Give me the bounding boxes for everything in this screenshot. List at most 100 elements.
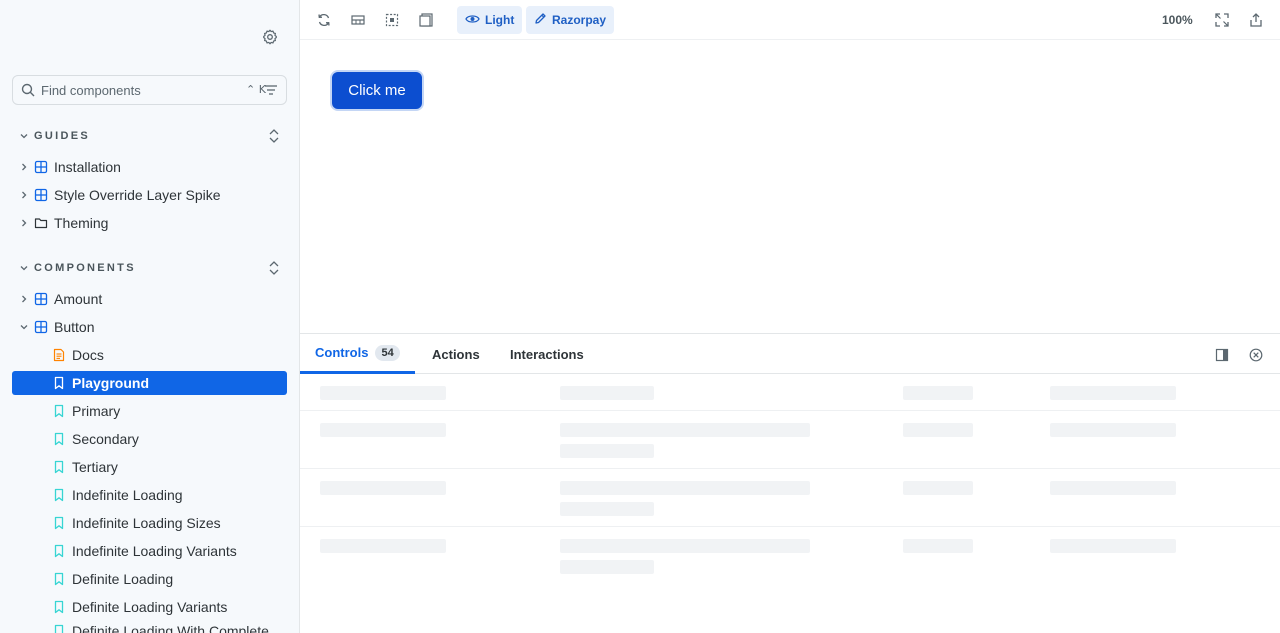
sidebar-item-label: Installation bbox=[54, 159, 121, 175]
skeleton-bar bbox=[560, 502, 654, 516]
panel-tabs: Controls 54 Actions Interactions bbox=[300, 334, 1280, 374]
story-icon bbox=[52, 572, 66, 586]
close-panel-icon[interactable] bbox=[1248, 347, 1264, 363]
controls-skeleton-row bbox=[300, 527, 1280, 585]
sidebar-item-indefinite-loading-variants[interactable]: Indefinite Loading Variants bbox=[12, 539, 287, 563]
theme-toggle-button[interactable]: Light bbox=[457, 6, 523, 34]
sidebar-item-theming[interactable]: Theming bbox=[12, 211, 287, 235]
search-shortcut: ⌃ K bbox=[246, 83, 266, 96]
filter-icon[interactable] bbox=[264, 83, 278, 100]
sidebar: ⌃ K GUIDES Installation Style Override L… bbox=[0, 0, 300, 633]
story-icon bbox=[52, 600, 66, 614]
component-icon bbox=[34, 320, 48, 334]
sidebar-item-label: Playground bbox=[72, 375, 150, 391]
outline-icon[interactable] bbox=[383, 11, 401, 29]
sidebar-item-label: Indefinite Loading bbox=[72, 487, 183, 503]
sidebar-item-label: Primary bbox=[72, 403, 121, 419]
skeleton-bar bbox=[560, 481, 810, 495]
brand-selector-button[interactable]: Razorpay bbox=[526, 6, 615, 34]
section-components[interactable]: COMPONENTS bbox=[12, 256, 287, 280]
skeleton-bar bbox=[560, 560, 654, 574]
theme-label: Light bbox=[485, 13, 515, 27]
controls-skeleton-row bbox=[300, 374, 1280, 411]
skeleton-bar bbox=[903, 423, 973, 437]
controls-count-badge: 54 bbox=[375, 344, 400, 361]
chevron-right-icon bbox=[18, 189, 30, 201]
sidebar-item-playground[interactable]: Playground bbox=[12, 371, 287, 395]
measure-icon[interactable] bbox=[417, 11, 435, 29]
sidebar-item-indefinite-loading-sizes[interactable]: Indefinite Loading Sizes bbox=[12, 511, 287, 535]
sidebar-item-label: Tertiary bbox=[72, 459, 118, 475]
skeleton-bar bbox=[320, 481, 446, 495]
zoom-level[interactable]: 100% bbox=[1162, 13, 1193, 27]
skeleton-bar bbox=[320, 423, 446, 437]
sidebar-item-tertiary[interactable]: Tertiary bbox=[12, 455, 287, 479]
document-icon bbox=[52, 348, 66, 362]
tab-interactions[interactable]: Interactions bbox=[510, 334, 584, 374]
search-icon bbox=[21, 83, 35, 100]
brand-label: Razorpay bbox=[552, 13, 607, 27]
chevron-right-icon bbox=[18, 217, 30, 229]
chevron-down-icon bbox=[18, 321, 30, 333]
story-icon bbox=[52, 544, 66, 558]
chevron-down-icon bbox=[14, 131, 34, 141]
component-icon bbox=[34, 160, 48, 174]
tab-label: Interactions bbox=[510, 346, 584, 362]
story-icon bbox=[52, 460, 66, 474]
story-icon bbox=[52, 404, 66, 418]
skeleton-bar bbox=[320, 539, 446, 553]
story-icon bbox=[52, 488, 66, 502]
expand-collapse-icon[interactable] bbox=[267, 259, 281, 280]
panel-orientation-icon[interactable] bbox=[1214, 347, 1230, 363]
section-components-label: COMPONENTS bbox=[34, 262, 136, 274]
skeleton-bar bbox=[560, 539, 810, 553]
sidebar-item-label: Definite Loading With Complete bbox=[72, 623, 269, 633]
preview-canvas: Click me bbox=[300, 40, 1280, 333]
story-icon bbox=[52, 516, 66, 530]
tab-actions[interactable]: Actions bbox=[432, 334, 480, 374]
sidebar-item-definite-loading-variants[interactable]: Definite Loading Variants bbox=[12, 595, 287, 619]
controls-skeleton-row bbox=[300, 469, 1280, 527]
sidebar-item-label: Button bbox=[54, 319, 95, 335]
tab-label: Controls bbox=[315, 345, 369, 360]
share-icon[interactable] bbox=[1247, 11, 1265, 29]
skeleton-bar bbox=[560, 423, 810, 437]
grid-background-icon[interactable] bbox=[349, 11, 367, 29]
section-guides[interactable]: GUIDES bbox=[12, 124, 287, 148]
section-guides-label: GUIDES bbox=[34, 130, 90, 142]
pencil-icon bbox=[534, 12, 547, 28]
skeleton-bar bbox=[903, 481, 973, 495]
sidebar-item-label: Indefinite Loading Variants bbox=[72, 543, 237, 559]
sidebar-item-label: Definite Loading Variants bbox=[72, 599, 228, 615]
sidebar-item-installation[interactable]: Installation bbox=[12, 155, 287, 179]
chevron-right-icon bbox=[18, 161, 30, 173]
skeleton-bar bbox=[1050, 481, 1176, 495]
skeleton-bar bbox=[1050, 539, 1176, 553]
search-box: ⌃ K bbox=[12, 75, 287, 105]
skeleton-bar bbox=[560, 444, 654, 458]
sidebar-item-definite-loading[interactable]: Definite Loading bbox=[12, 567, 287, 591]
skeleton-bar bbox=[903, 386, 973, 400]
sidebar-item-primary[interactable]: Primary bbox=[12, 399, 287, 423]
sidebar-item-amount[interactable]: Amount bbox=[12, 287, 287, 311]
sidebar-item-style-override-layer-spike[interactable]: Style Override Layer Spike bbox=[12, 183, 287, 207]
sidebar-item-label: Amount bbox=[54, 291, 103, 307]
eye-icon bbox=[465, 12, 480, 28]
skeleton-bar bbox=[1050, 423, 1176, 437]
reload-icon[interactable] bbox=[315, 11, 333, 29]
sidebar-item-indefinite-loading[interactable]: Indefinite Loading bbox=[12, 483, 287, 507]
fullscreen-icon[interactable] bbox=[1213, 11, 1231, 29]
settings-gear-icon[interactable] bbox=[261, 28, 279, 46]
tab-controls[interactable]: Controls 54 bbox=[300, 334, 415, 374]
skeleton-bar bbox=[320, 386, 446, 400]
story-icon bbox=[52, 624, 66, 633]
folder-icon bbox=[34, 216, 48, 230]
sidebar-item-button[interactable]: Button bbox=[12, 315, 287, 339]
search-input[interactable] bbox=[41, 80, 231, 100]
sidebar-item-docs[interactable]: Docs bbox=[12, 343, 287, 367]
sidebar-item-definite-loading-with-complete[interactable]: Definite Loading With Complete bbox=[12, 619, 287, 633]
sidebar-item-label: Definite Loading bbox=[72, 571, 174, 587]
click-me-button[interactable]: Click me bbox=[332, 72, 422, 109]
expand-collapse-icon[interactable] bbox=[267, 127, 281, 148]
sidebar-item-secondary[interactable]: Secondary bbox=[12, 427, 287, 451]
